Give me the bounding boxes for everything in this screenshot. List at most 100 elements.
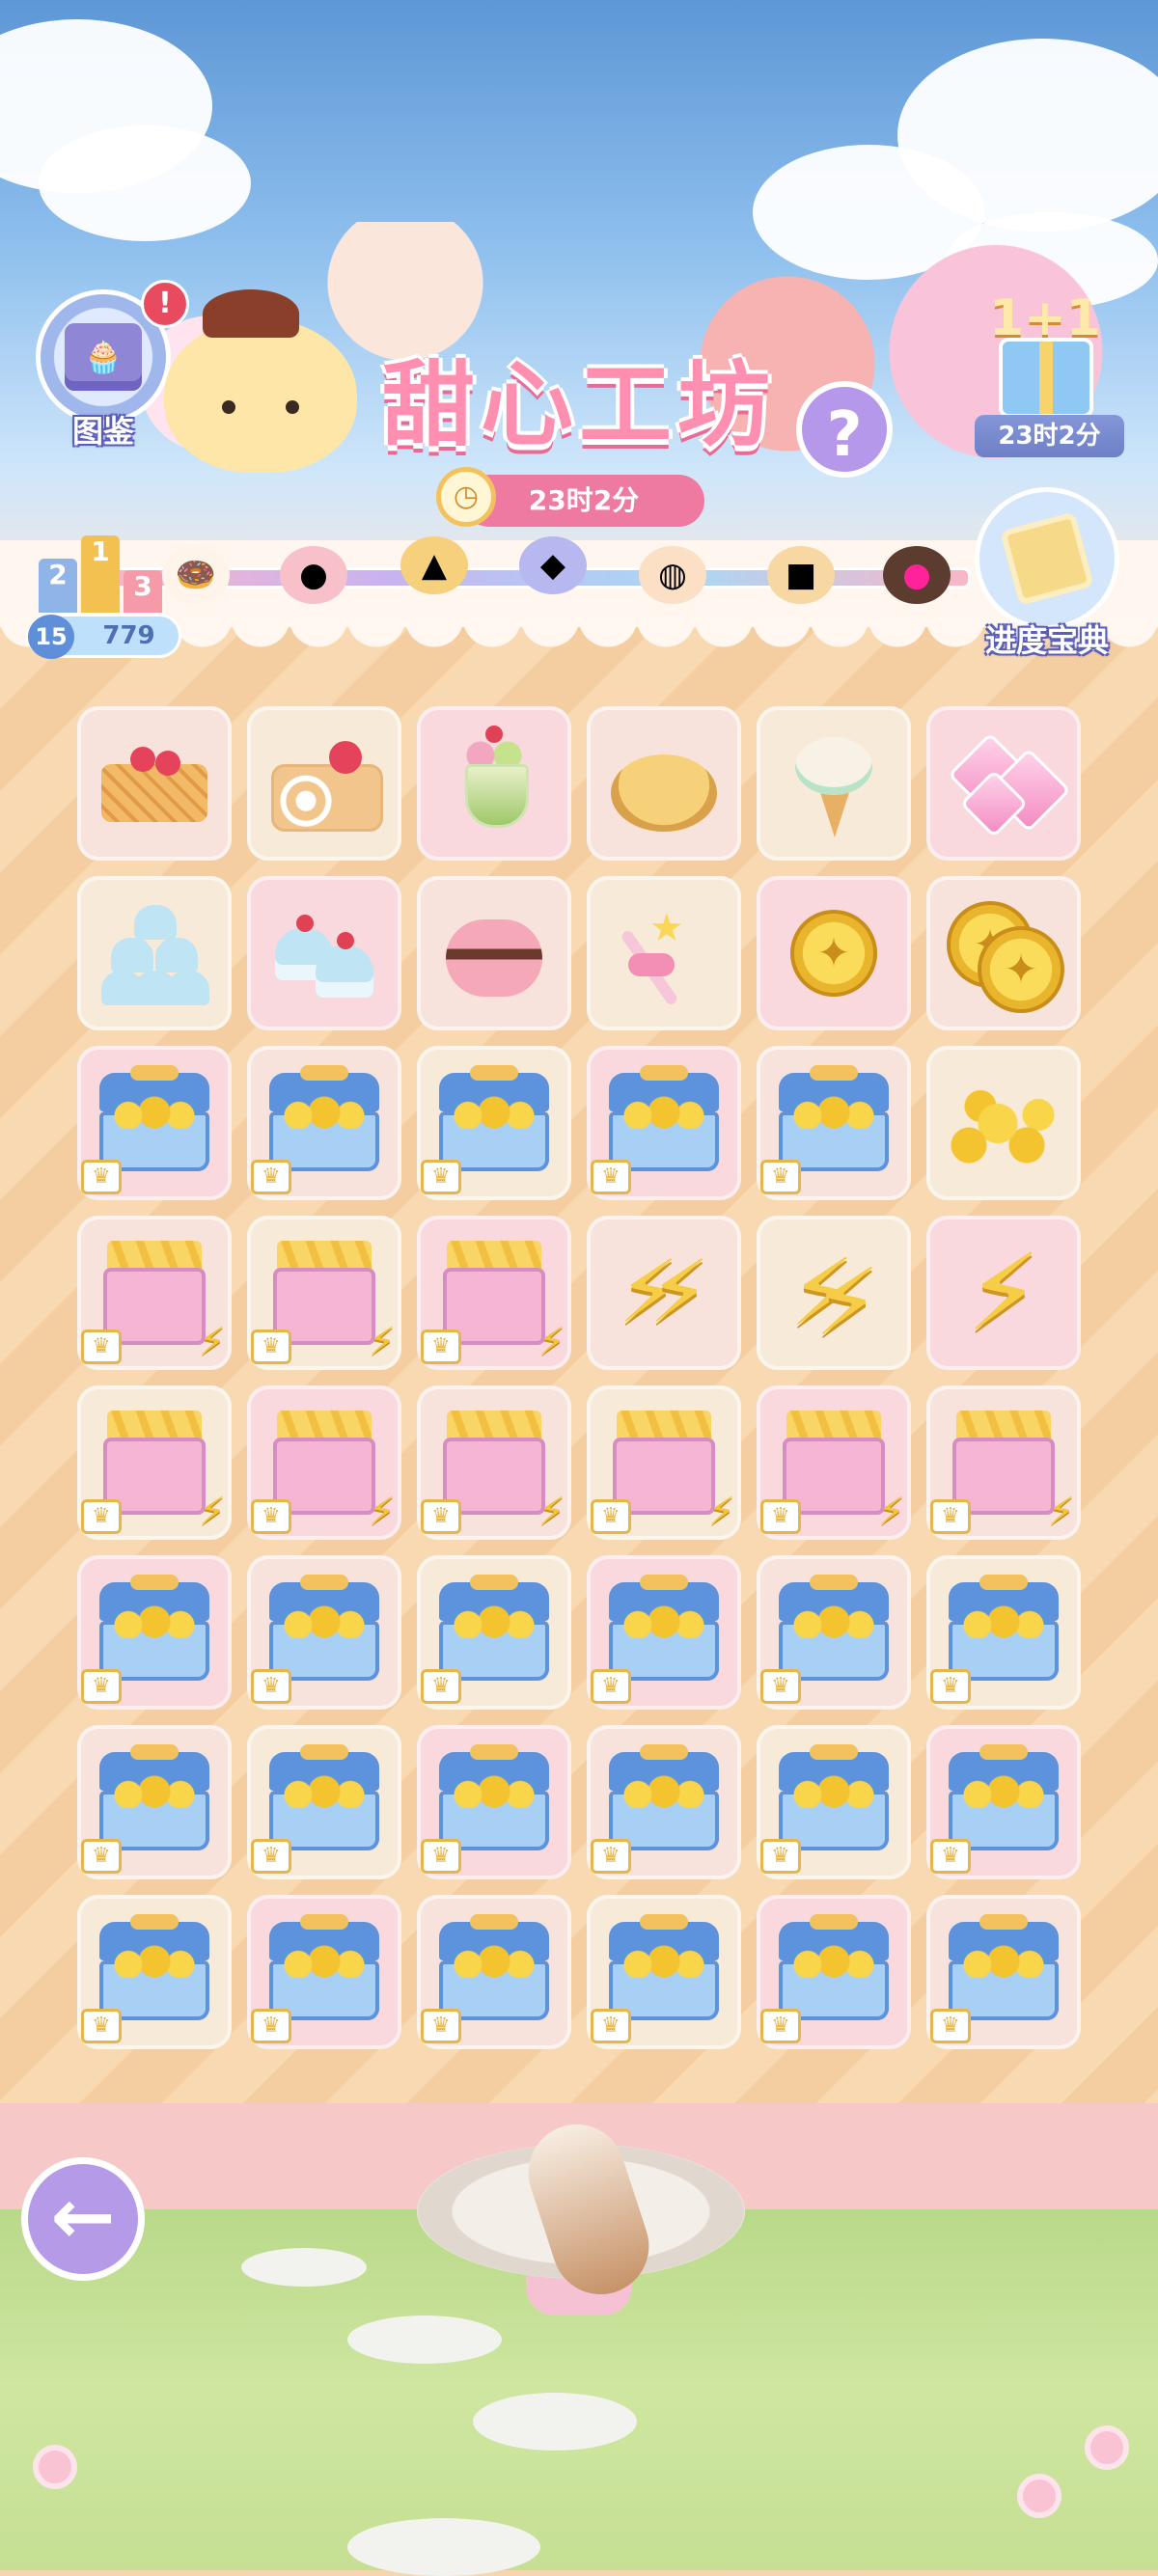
- board-cell[interactable]: ♛: [417, 1555, 571, 1710]
- board-cell[interactable]: [77, 706, 232, 861]
- milestone-pudding-icon[interactable]: ▲: [400, 536, 468, 594]
- crown-icon: ♛: [591, 1839, 631, 1874]
- codex-button[interactable]: 🧁 ! 图鉴: [31, 280, 189, 453]
- board-cell[interactable]: ♛: [926, 1895, 1081, 2049]
- merge-board: ★✦✦✦♛♛♛♛♛♛⚡♛⚡♛⚡⚡⚡⚡⚡⚡♛⚡♛⚡♛⚡♛⚡♛⚡♛⚡♛♛♛♛♛♛♛♛…: [77, 706, 1085, 2049]
- board-cell[interactable]: ♛: [77, 1725, 232, 1879]
- gift-bundle-button[interactable]: 1+1: [979, 289, 1105, 418]
- board-cell[interactable]: ♛: [587, 1895, 741, 2049]
- crown-icon: ♛: [251, 2009, 291, 2043]
- board-cell[interactable]: ♛: [757, 1725, 911, 1879]
- crown-icon: ♛: [591, 1499, 631, 1534]
- board-cell[interactable]: ♛ ⚡: [247, 1216, 401, 1370]
- board-cell[interactable]: ♛ ⚡: [77, 1385, 232, 1540]
- board-cell[interactable]: ♛: [587, 1046, 741, 1200]
- board-cell[interactable]: [926, 1046, 1081, 1200]
- gift-box-icon: [999, 338, 1093, 418]
- board-cell[interactable]: [757, 706, 911, 861]
- waffle-icon: [92, 726, 217, 841]
- milestone-donut-icon[interactable]: 🍩: [162, 546, 230, 604]
- cream-puff-icon: [601, 726, 727, 841]
- milestone-cake-slice-icon[interactable]: ◆: [519, 536, 587, 594]
- milestone-choco-cake-icon[interactable]: ●: [883, 546, 951, 604]
- crown-icon: ♛: [81, 1329, 122, 1364]
- board-cell[interactable]: ♛: [417, 1046, 571, 1200]
- board-cell[interactable]: ♛ ⚡: [417, 1216, 571, 1370]
- crown-icon: ♛: [251, 1499, 291, 1534]
- guide-scroll-icon: [975, 487, 1119, 630]
- board-cell[interactable]: [417, 876, 571, 1030]
- crown-icon: ♛: [421, 1329, 461, 1364]
- board-cell[interactable]: ♛: [77, 1895, 232, 2049]
- bolt-bundle-icon: ⚡ ⚡: [618, 1242, 710, 1343]
- crown-icon: ♛: [930, 1839, 971, 1874]
- progress-guide-button[interactable]: 进度宝典: [970, 487, 1124, 661]
- codex-label: 图鉴: [71, 413, 134, 450]
- board-cell[interactable]: ♛ ⚡: [417, 1385, 571, 1540]
- crown-icon: ♛: [930, 1669, 971, 1704]
- ice-cream-icon: [771, 726, 896, 841]
- board-cell[interactable]: ♛: [757, 1046, 911, 1200]
- bolt-icon: ⚡: [707, 1490, 735, 1534]
- crown-icon: ♛: [930, 2009, 971, 2043]
- mascot-cat: [164, 289, 357, 473]
- points-value: 779: [102, 621, 155, 650]
- board-cell[interactable]: [247, 876, 401, 1030]
- crown-icon: ♛: [421, 1499, 461, 1534]
- board-cell[interactable]: ♛: [587, 1725, 741, 1879]
- board-cell[interactable]: ♛: [587, 1555, 741, 1710]
- double-bolt-icon: ⚡ ⚡: [789, 1239, 880, 1357]
- board-cell[interactable]: ♛ ⚡: [77, 1216, 232, 1370]
- board-cell[interactable]: ♛: [417, 1895, 571, 2049]
- back-button[interactable]: ←: [21, 2157, 145, 2281]
- board-cell[interactable]: ⚡: [926, 1216, 1081, 1370]
- crown-icon: ♛: [591, 1669, 631, 1704]
- bolt-icon: ⚡: [966, 1231, 1041, 1355]
- ranking-podium-icon[interactable]: 2 1 3: [39, 521, 164, 613]
- milestone-toast-icon[interactable]: ■: [767, 546, 835, 604]
- crown-icon: ♛: [81, 1669, 122, 1704]
- board-cell[interactable]: ♛: [926, 1555, 1081, 1710]
- board-cell[interactable]: [587, 706, 741, 861]
- board-cell[interactable]: [926, 706, 1081, 861]
- bolt-icon: ⚡: [877, 1490, 905, 1534]
- coin-pile-icon: [941, 1065, 1066, 1181]
- board-cell[interactable]: [77, 876, 232, 1030]
- milestone-roll-icon[interactable]: ◍: [639, 546, 706, 604]
- crown-icon: ♛: [81, 1839, 122, 1874]
- help-button[interactable]: ?: [796, 381, 893, 478]
- board-cell[interactable]: ♛: [247, 1046, 401, 1200]
- board-cell[interactable]: ♛: [757, 1895, 911, 2049]
- milestone-macaron-icon[interactable]: ●: [280, 546, 347, 604]
- board-cell[interactable]: ♛ ⚡: [587, 1385, 741, 1540]
- board-cell[interactable]: ♛: [247, 1555, 401, 1710]
- board-cell[interactable]: ⚡ ⚡: [757, 1216, 911, 1370]
- coin-icon: ✦: [771, 895, 896, 1011]
- board-cell[interactable]: ♛ ⚡: [757, 1385, 911, 1540]
- event-title: 甜心工坊: [382, 351, 776, 459]
- bolt-icon: ⚡: [368, 1490, 396, 1534]
- board-cell[interactable]: ♛: [926, 1725, 1081, 1879]
- board-cell[interactable]: ★: [587, 876, 741, 1030]
- board-cell[interactable]: ♛: [77, 1555, 232, 1710]
- macaron-icon: [431, 895, 557, 1011]
- board-cell[interactable]: ♛: [77, 1046, 232, 1200]
- board-cell[interactable]: ✦✦: [926, 876, 1081, 1030]
- crown-icon: ♛: [421, 2009, 461, 2043]
- board-cell[interactable]: ♛: [417, 1725, 571, 1879]
- board-cell[interactable]: ⚡ ⚡: [587, 1216, 741, 1370]
- crown-icon: ♛: [81, 1499, 122, 1534]
- crown-icon: ♛: [81, 1160, 122, 1194]
- bolt-icon: ⚡: [368, 1320, 396, 1364]
- board-cell[interactable]: ♛: [247, 1725, 401, 1879]
- board-cell[interactable]: ♛: [757, 1555, 911, 1710]
- crown-icon: ♛: [760, 1839, 801, 1874]
- alert-badge: !: [141, 280, 189, 328]
- board-cell[interactable]: [417, 706, 571, 861]
- board-cell[interactable]: [247, 706, 401, 861]
- board-cell[interactable]: ♛ ⚡: [247, 1385, 401, 1540]
- board-cell[interactable]: ♛: [247, 1895, 401, 2049]
- board-cell[interactable]: ✦: [757, 876, 911, 1030]
- board-cell[interactable]: ♛ ⚡: [926, 1385, 1081, 1540]
- crown-icon: ♛: [81, 2009, 122, 2043]
